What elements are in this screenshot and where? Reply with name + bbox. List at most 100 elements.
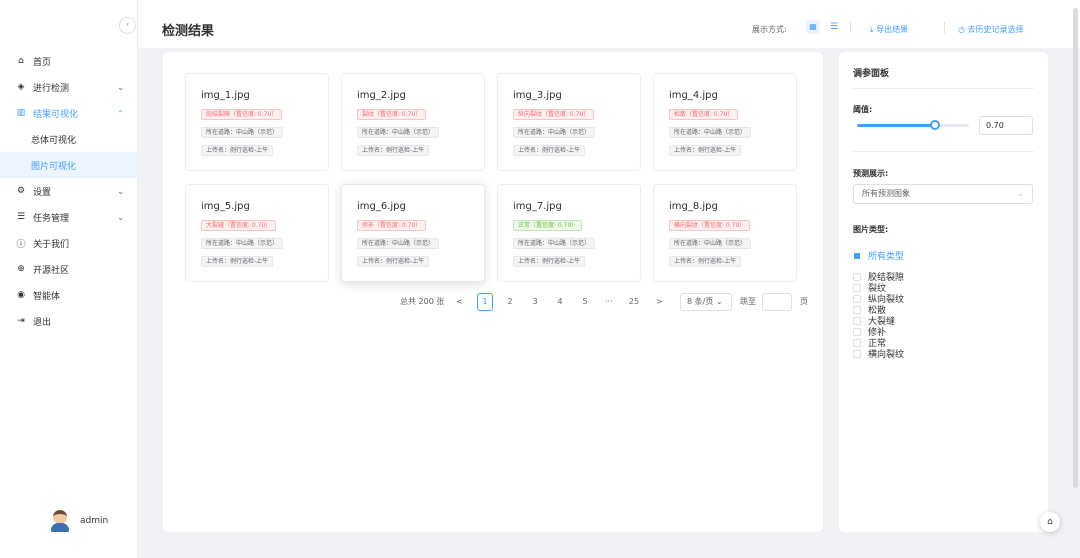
results-panel: img_1.jpg 胶结裂隙（置信度: 0.70） 所在道路：中山路（示范） 上传名：… [163,52,823,532]
checkbox-box[interactable] [853,349,861,358]
type-label: 图片类型: [853,225,889,234]
checkbox-box[interactable] [853,327,861,336]
chevron-icon: ⌄ [117,186,124,196]
sidebar-item-6[interactable]: ⊕ 开源社区 [0,256,138,282]
road-tag: 所在道路：中山路（示范） [201,238,284,249]
predict-select[interactable]: 所有预测图象 ⌄ [853,184,1033,204]
sidebar-item-2[interactable]: ▥ 结果可视化 ⌃ [0,100,138,126]
pagination-ellipsis[interactable]: ··· [605,293,613,311]
checkbox-box[interactable] [853,305,861,314]
sidebar-item-8[interactable]: ⇥ 退出 [0,308,138,334]
checkbox-box[interactable] [854,252,860,259]
page-scrollbar[interactable] [1073,8,1078,488]
panel-title: 调参面板 [853,69,890,79]
image-card[interactable]: img_4.jpg 松散（置信度: 0.70） 所在道路：中山路（示范） 上传名：例行… [653,73,797,171]
image-card[interactable]: img_2.jpg 裂纹（置信度: 0.70） 所在道路：中山路（示范） 上传名：例行… [341,73,485,171]
image-name: img_4.jpg [669,90,718,101]
sidebar-item-label: 智能体 [33,291,61,302]
avatar [50,510,70,532]
robot-icon: ◉ [17,290,25,300]
sidebar-subitem-0[interactable]: 总体可视化 [0,126,138,152]
defect-tag: 横向裂纹（置信度: 0.70） [669,220,751,231]
road-tag: 所在道路：中山路（示范） [669,127,752,138]
image-card[interactable]: img_7.jpg 正常（置信度: 0.70） 所在道路：中山路（示范） 上传名：例行… [497,184,641,282]
sidebar-item-7[interactable]: ◉ 智能体 [0,282,138,308]
image-card[interactable]: img_8.jpg 横向裂纹（置信度: 0.70） 所在道路：中山路（示范） 上传名：… [653,184,797,282]
info-icon: ⓘ [16,239,26,250]
checkbox-box[interactable] [853,294,861,303]
sidebar-item-label: 关于我们 [33,239,70,250]
page-3[interactable]: 3 [527,293,543,311]
sidebar-item-1[interactable]: ◈ 进行检测 ⌄ [0,74,138,100]
page-2[interactable]: 2 [502,293,518,311]
jump-label: 跳至 [740,297,756,306]
threshold-slider[interactable] [857,120,969,130]
type-checkbox[interactable]: 所有类型 [853,248,1033,263]
page-5[interactable]: 5 [577,293,593,311]
sidebar-item-label: 结果可视化 [33,109,79,120]
checkbox-label: 所有类型 [868,252,905,262]
sidebar-item-label: 首页 [33,57,52,68]
threshold-input[interactable]: 0.70 [979,116,1033,135]
pagination: 总共 200 张 < 12345 ··· 25 > 8 条/页 ⌄ 跳至 页 [400,293,820,311]
image-card[interactable]: img_6.jpg 修补（置信度: 0.70） 所在道路：中山路（示范） 上传名：例行… [341,184,485,282]
page-size-select[interactable]: 8 条/页 ⌄ [680,293,732,311]
task-icon: ☰ [16,212,26,222]
page-last[interactable]: 25 [626,293,642,311]
sidebar-item-label: 退出 [33,317,52,328]
sidebar-item-5[interactable]: ⓘ 关于我们 [0,230,138,256]
chevron-icon: ⌃ [117,108,124,118]
sidebar-item-label: 设置 [33,187,52,198]
sidebar-item-0[interactable]: ⌂ 首页 [0,48,138,74]
total-count: 总共 200 张 [400,297,445,306]
page-4[interactable]: 4 [552,293,568,311]
divider [944,22,945,33]
image-name: img_3.jpg [513,90,562,101]
grid-view-icon[interactable]: ▦ [806,20,820,34]
threshold-slider-fill [857,124,936,127]
prev-page-button[interactable]: < [456,293,463,311]
road-tag: 所在道路：中山路（示范） [669,238,752,249]
parameter-panel: 调参面板 阈值: 0.70 预测展示: 所有预测图象 ⌄ 图片类型: 所有类型胶… [839,52,1048,532]
image-card[interactable]: img_1.jpg 胶结裂隙（置信度: 0.70） 所在道路：中山路（示范） 上传名：… [185,73,329,171]
user-profile[interactable]: admin [50,510,108,532]
display-mode-label: 展示方式: [752,25,787,34]
top-bar: 检测结果 展示方式: ▦ ☰ ⤓ 导出结果 ◷ 去历史记录选择 [138,0,1080,48]
page-title: 检测结果 [162,24,215,39]
image-card[interactable]: img_5.jpg 大裂缝（置信度: 0.70） 所在道路：中山路（示范） 上传名：例… [185,184,329,282]
globe-icon: ⊕ [17,264,25,274]
jump-page-input[interactable] [762,293,792,311]
road-tag: 所在道路：中山路（示范） [513,238,596,249]
sidebar-subitem-1[interactable]: 图片可视化 [0,152,138,178]
checkbox-box[interactable] [853,283,861,292]
road-tag: 所在道路：中山路（示范） [357,127,440,138]
page-1[interactable]: 1 [477,293,493,311]
defect-tag: 纵向裂纹（置信度: 0.70） [513,109,595,120]
checkbox-box[interactable] [853,272,861,281]
list-view-icon[interactable]: ☰ [827,20,841,34]
divider [850,22,851,33]
collapse-sidebar-button[interactable]: ‹ [119,17,136,34]
image-name: img_8.jpg [669,201,718,212]
sidebar-item-3[interactable]: ⚙ 设置 ⌄ [0,178,138,204]
uploader-tag: 上传名：例行巡检-上午 [357,256,430,267]
chevron-icon: ⌄ [117,212,124,222]
image-name: img_1.jpg [201,90,250,101]
export-results-button[interactable]: ⤓ 导出结果 [870,24,908,35]
defect-tag: 胶结裂隙（置信度: 0.70） [201,109,283,120]
float-home-button[interactable]: ⌂ [1040,512,1060,532]
history-select-button[interactable]: ◷ 去历史记录选择 [958,24,1024,35]
sidebar-item-label: 任务管理 [33,213,70,224]
checkbox-box[interactable] [853,316,861,325]
next-page-button[interactable]: > [656,293,663,311]
uploader-tag: 上传名：例行巡检-上午 [357,145,430,156]
defect-tag: 松散（置信度: 0.70） [669,109,739,120]
sidebar-item-4[interactable]: ☰ 任务管理 ⌄ [0,204,138,230]
image-card[interactable]: img_3.jpg 纵向裂纹（置信度: 0.70） 所在道路：中山路（示范） 上传名：… [497,73,641,171]
uploader-tag: 上传名：例行巡检-上午 [201,256,274,267]
checkbox-box[interactable] [853,338,861,347]
type-checkbox-group: 所有类型 胶结裂隙 裂纹 纵向裂纹 松散 大裂缝 修补 正常 横向裂纹 [853,248,1033,360]
chevron-down-icon: ⌄ [1017,189,1024,198]
threshold-slider-handle[interactable] [930,120,941,130]
type-checkbox[interactable]: 横向裂纹 [853,348,1033,360]
